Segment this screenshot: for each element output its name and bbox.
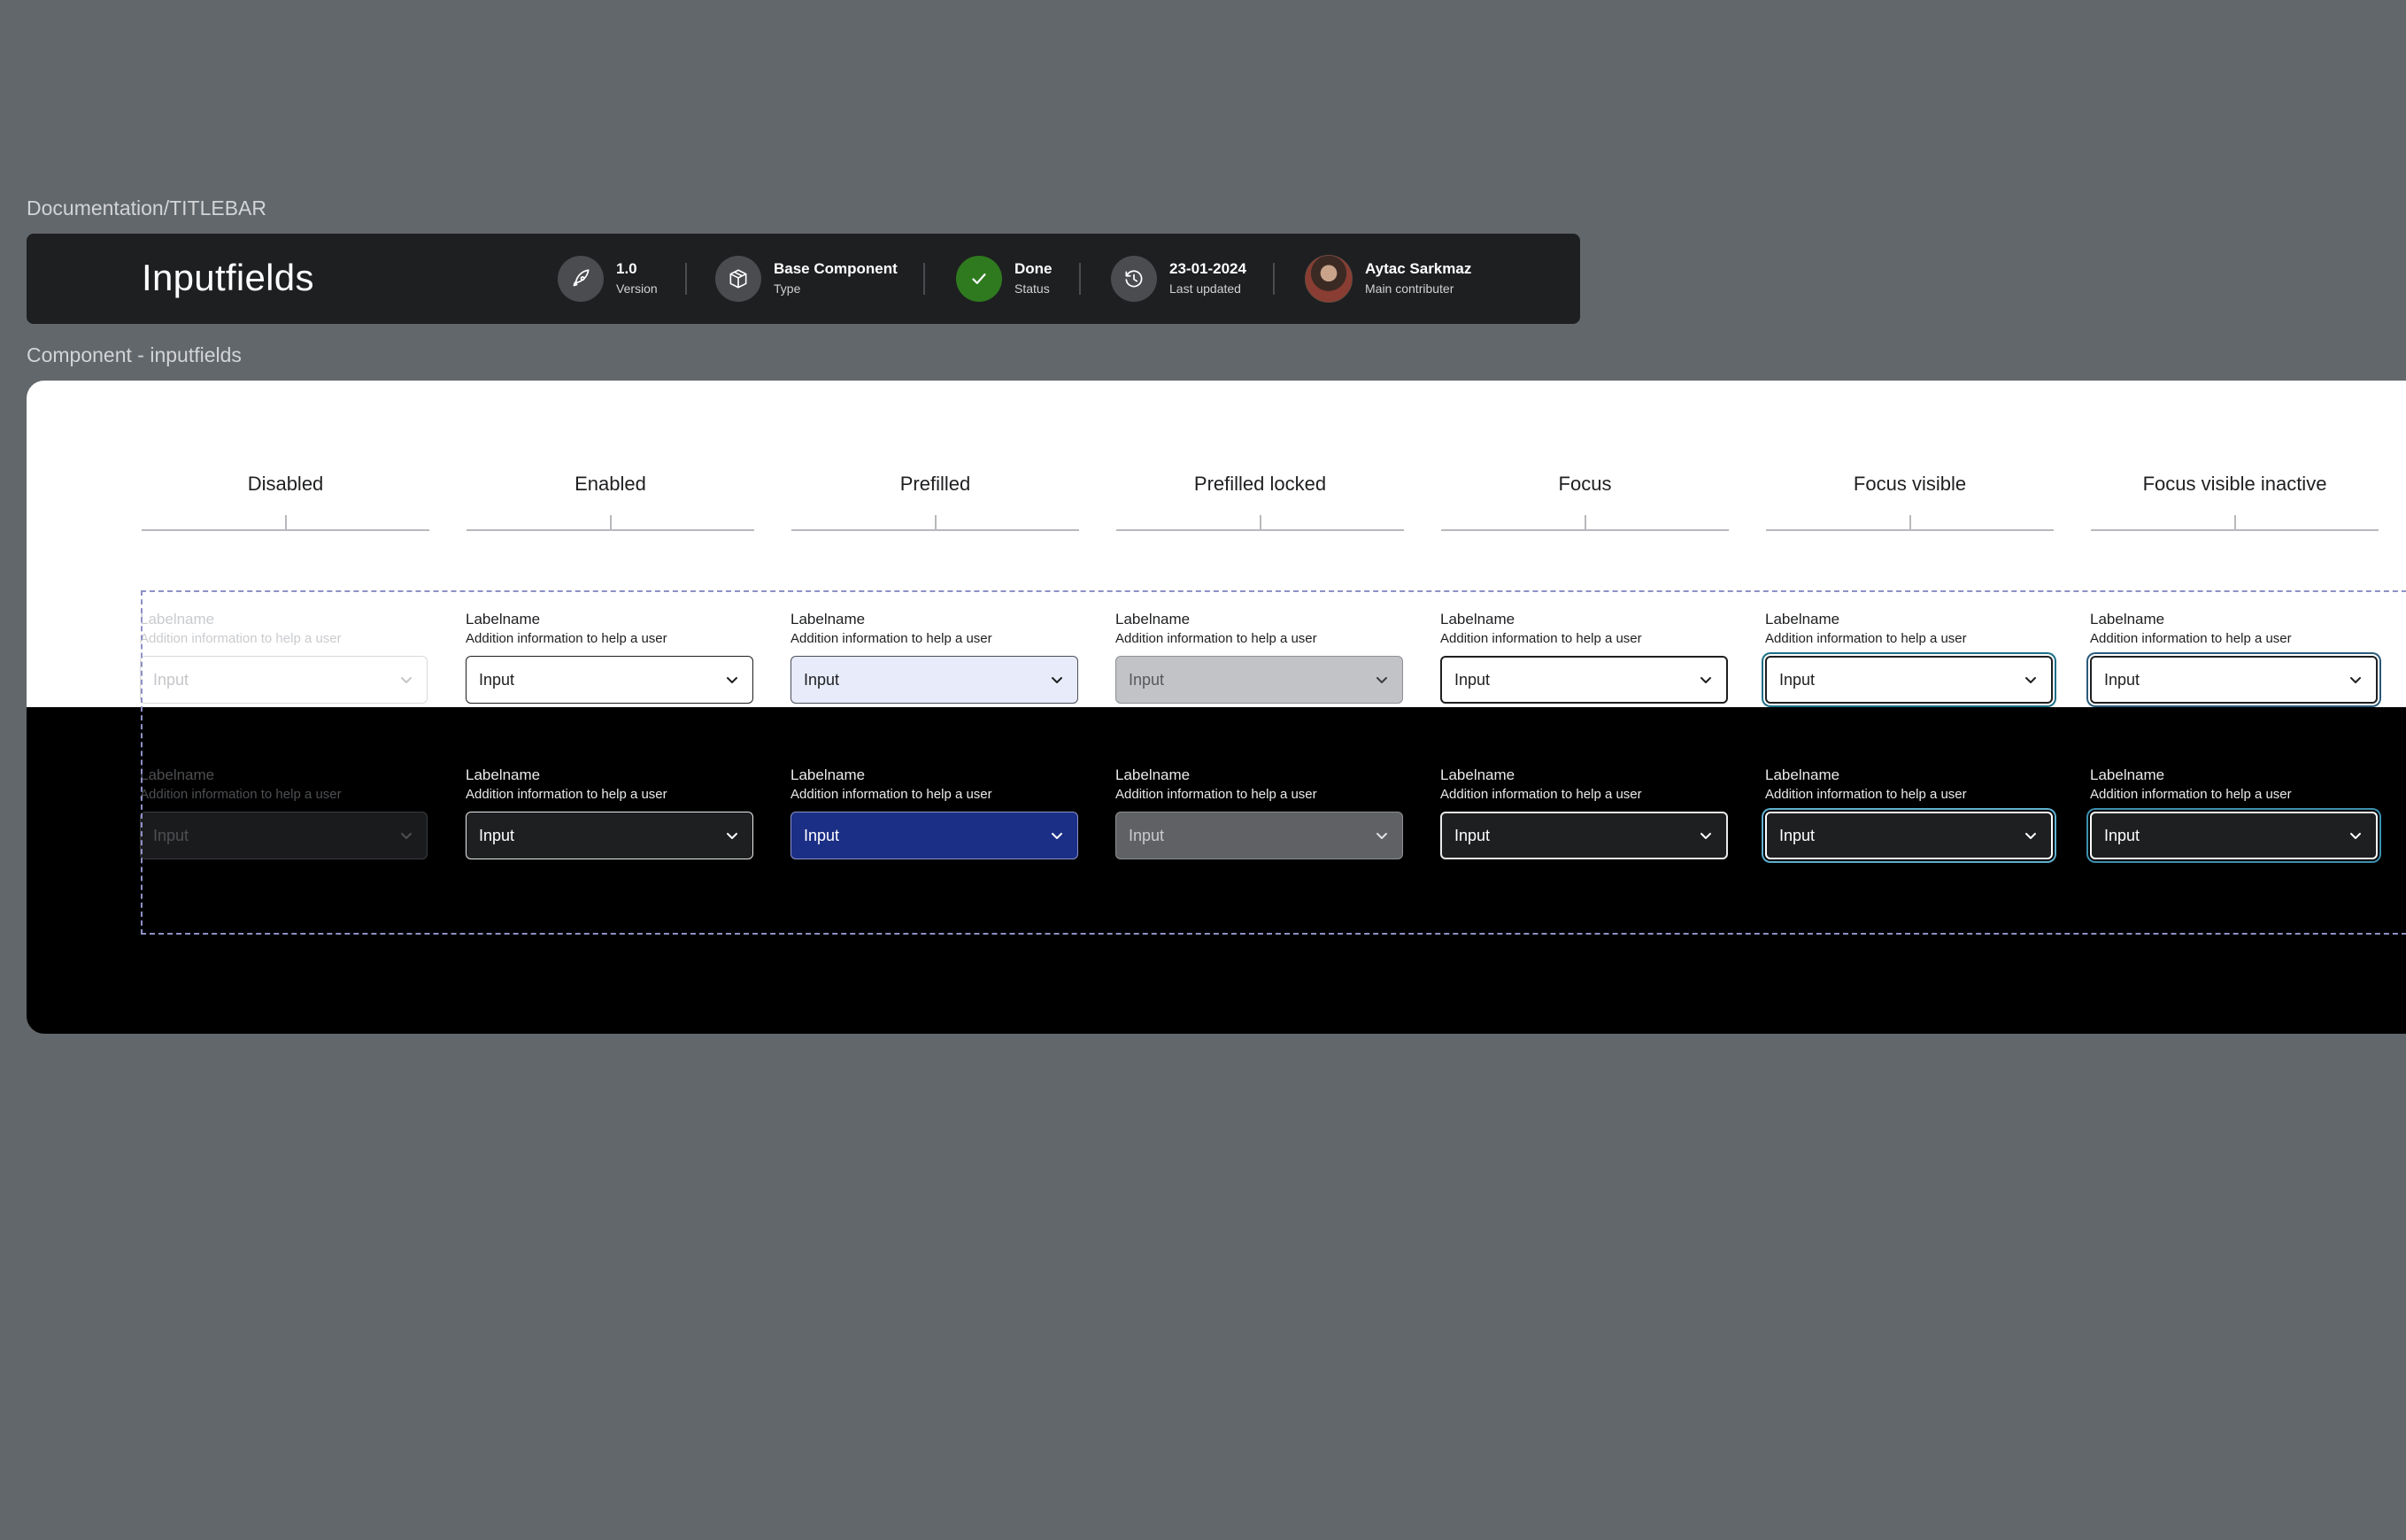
divider bbox=[923, 263, 925, 295]
divider bbox=[1079, 263, 1081, 295]
contributor-key: Main contributer bbox=[1365, 281, 1454, 296]
meta-contributor: Aytac Sarkmaz Main contributer bbox=[1305, 255, 1471, 303]
column-bracket bbox=[142, 515, 429, 531]
check-icon bbox=[956, 256, 1002, 302]
column-header-prefilled-locked: Prefilled locked bbox=[1193, 473, 1327, 495]
meta-version: 1.0 Version bbox=[558, 255, 658, 303]
meta-type: Base Component Type bbox=[715, 255, 898, 303]
column-header-enabled: Enabled bbox=[575, 473, 646, 495]
meta-status: Done Status bbox=[956, 255, 1053, 303]
titlebar: Inputfields 1.0 Version Base Component T… bbox=[27, 234, 1580, 324]
version-key: Version bbox=[616, 281, 658, 296]
divider bbox=[685, 263, 687, 295]
cube-icon bbox=[715, 256, 761, 302]
column-bracket bbox=[1116, 515, 1404, 531]
status-value: Done bbox=[1014, 260, 1053, 277]
last-updated-key: Last updated bbox=[1169, 281, 1241, 296]
column-header-focus-visible: Focus visible bbox=[1853, 473, 1967, 495]
component-set-outline bbox=[141, 590, 2406, 935]
column-bracket bbox=[2091, 515, 2379, 531]
version-value: 1.0 bbox=[616, 260, 637, 277]
clock-icon bbox=[1111, 256, 1157, 302]
divider bbox=[1273, 263, 1275, 295]
type-key: Type bbox=[774, 281, 801, 296]
last-updated-value: 23-01-2024 bbox=[1169, 260, 1246, 277]
column-bracket bbox=[791, 515, 1079, 531]
column-bracket bbox=[1441, 515, 1729, 531]
column-bracket bbox=[1766, 515, 2054, 531]
column-header-disabled: Disabled bbox=[247, 473, 324, 495]
column-header-focus-visible-inactive: Focus visible inactive bbox=[2142, 473, 2327, 495]
component-canvas: Disabled Labelname Addition information to… bbox=[27, 381, 2406, 1034]
titlebar-frame-label: Documentation/TITLEBAR bbox=[27, 196, 267, 219]
page-title: Inputfields bbox=[142, 257, 314, 298]
avatar bbox=[1305, 255, 1353, 303]
type-value: Base Component bbox=[774, 260, 898, 277]
component-frame-label: Component - inputfields bbox=[27, 343, 242, 366]
meta-last-updated: 23-01-2024 Last updated bbox=[1111, 255, 1246, 303]
column-bracket bbox=[467, 515, 754, 531]
column-header-prefilled: Prefilled bbox=[899, 473, 971, 495]
column-header-focus: Focus bbox=[1558, 473, 1612, 495]
status-key: Status bbox=[1014, 281, 1050, 296]
rocket-icon bbox=[558, 256, 604, 302]
contributor-name: Aytac Sarkmaz bbox=[1365, 260, 1472, 277]
